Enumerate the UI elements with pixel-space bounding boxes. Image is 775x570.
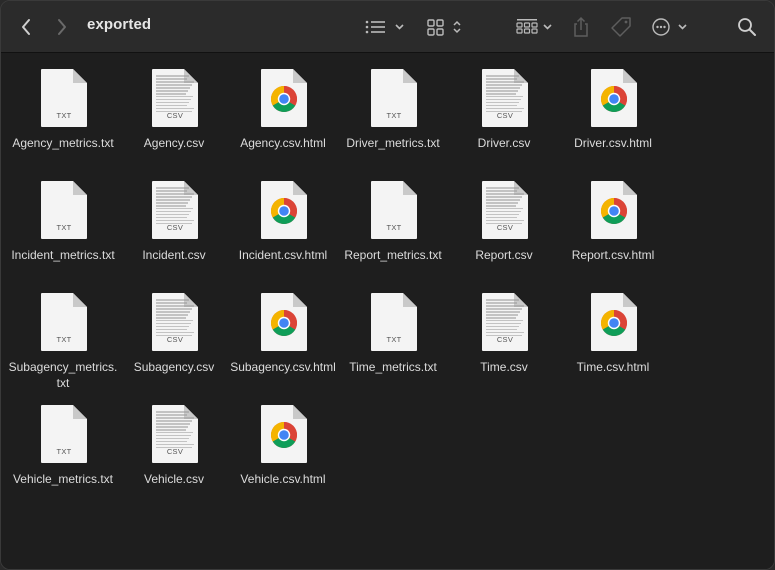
file-name-label: Driver.csv.html bbox=[574, 136, 652, 150]
file-type-tag: TXT bbox=[56, 447, 72, 456]
text-file-icon: TXT bbox=[371, 181, 417, 239]
file-type-tag: CSV bbox=[166, 223, 184, 232]
file-name-label: Vehicle_metrics.txt bbox=[12, 472, 114, 486]
file-name-label: Report_metrics.txt bbox=[344, 248, 442, 262]
html-file-icon bbox=[591, 181, 637, 239]
file-name-label: Vehicle.csv.html bbox=[240, 472, 326, 486]
file-name-label: Report.csv.html bbox=[571, 248, 655, 262]
html-file-icon bbox=[261, 405, 307, 463]
share-icon bbox=[574, 16, 588, 37]
file-type-tag: TXT bbox=[56, 223, 72, 232]
chrome-icon bbox=[270, 310, 298, 337]
html-file-icon bbox=[591, 293, 637, 351]
tag-button[interactable] bbox=[607, 13, 635, 41]
csv-file-icon: CSV bbox=[482, 293, 528, 351]
file-name-label: Agency_metrics.txt bbox=[12, 136, 114, 150]
file-name-label: Agency.csv bbox=[143, 136, 205, 150]
file-name-label: Vehicle.csv bbox=[143, 472, 205, 486]
text-file-icon: TXT bbox=[371, 293, 417, 351]
file-type-tag: TXT bbox=[56, 111, 72, 120]
more-actions-button[interactable] bbox=[649, 14, 691, 40]
file-name-label: Incident_metrics.txt bbox=[11, 248, 115, 262]
csv-file-icon: CSV bbox=[482, 69, 528, 127]
file-name-label: Incident.csv.html bbox=[238, 248, 328, 262]
text-file-icon: TXT bbox=[41, 69, 87, 127]
csv-file-icon: CSV bbox=[152, 181, 198, 239]
file-name-label: Agency.csv.html bbox=[240, 136, 326, 150]
file-name-label: Incident.csv bbox=[142, 248, 206, 262]
back-button[interactable] bbox=[15, 15, 37, 39]
file-name-label: Subagency.csv bbox=[133, 360, 215, 374]
file-grid: TXT Agency_metrics.txt CSV Agency.csv Agency… bbox=[1, 54, 774, 569]
chrome-icon bbox=[270, 86, 298, 113]
chrome-icon bbox=[600, 86, 628, 113]
text-file-icon: TXT bbox=[41, 405, 87, 463]
icon-view-button[interactable] bbox=[425, 15, 465, 39]
chevron-right-icon bbox=[58, 19, 66, 35]
file-name-label: Time.csv.html bbox=[576, 360, 650, 374]
group-by-icon bbox=[516, 19, 552, 34]
toolbar: exported bbox=[1, 1, 774, 53]
csv-file-icon: CSV bbox=[482, 181, 528, 239]
list-view-icon bbox=[365, 20, 404, 34]
search-button[interactable] bbox=[735, 15, 759, 39]
forward-button[interactable] bbox=[51, 15, 73, 39]
file-type-tag: TXT bbox=[386, 335, 402, 344]
more-actions-icon bbox=[652, 18, 687, 36]
chrome-icon bbox=[600, 198, 628, 225]
share-button[interactable] bbox=[569, 13, 593, 41]
list-view-button[interactable] bbox=[363, 15, 405, 39]
file-name-label: Subagency_metrics.txt bbox=[8, 360, 118, 390]
file-type-tag: TXT bbox=[386, 111, 402, 120]
text-file-icon: TXT bbox=[371, 69, 417, 127]
file-type-tag: CSV bbox=[496, 335, 514, 344]
file-name-label: Report.csv bbox=[475, 248, 533, 262]
chrome-icon bbox=[600, 310, 628, 337]
html-file-icon bbox=[591, 69, 637, 127]
file-type-tag: CSV bbox=[166, 111, 184, 120]
file-type-tag: TXT bbox=[386, 223, 402, 232]
group-by-button[interactable] bbox=[513, 15, 555, 39]
file-type-tag: TXT bbox=[56, 335, 72, 344]
icon-grid-icon bbox=[427, 19, 461, 36]
chrome-icon bbox=[270, 198, 298, 225]
file-type-tag: CSV bbox=[166, 335, 184, 344]
chevron-left-icon bbox=[22, 19, 30, 35]
file-type-tag: CSV bbox=[496, 223, 514, 232]
tag-icon bbox=[611, 17, 631, 37]
search-icon bbox=[738, 18, 756, 36]
html-file-icon bbox=[261, 69, 307, 127]
file-type-tag: CSV bbox=[166, 447, 184, 456]
html-file-icon bbox=[261, 181, 307, 239]
finder-window: exported TXT Agency_metrics.txt CSV Agen… bbox=[0, 0, 775, 570]
file-type-tag: CSV bbox=[496, 111, 514, 120]
file-name-label: Driver.csv bbox=[477, 136, 531, 150]
file-name-label: Driver_metrics.txt bbox=[346, 136, 440, 150]
text-file-icon: TXT bbox=[41, 181, 87, 239]
csv-file-icon: CSV bbox=[152, 405, 198, 463]
csv-file-icon: CSV bbox=[152, 293, 198, 351]
window-title: exported bbox=[87, 16, 152, 33]
file-name-label: Time.csv bbox=[480, 360, 528, 374]
csv-file-icon: CSV bbox=[152, 69, 198, 127]
html-file-icon bbox=[261, 293, 307, 351]
text-file-icon: TXT bbox=[41, 293, 87, 351]
chrome-icon bbox=[270, 422, 298, 449]
file-name-label: Time_metrics.txt bbox=[349, 360, 437, 374]
file-name-label: Subagency.csv.html bbox=[230, 360, 336, 374]
